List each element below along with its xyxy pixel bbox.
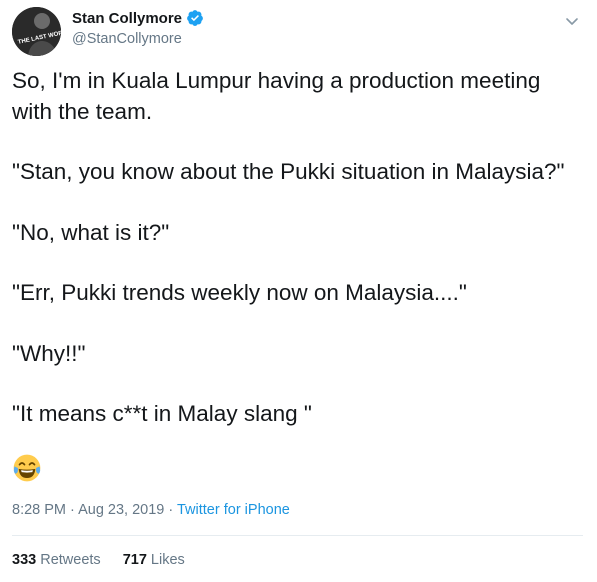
tweet-paragraph: So, I'm in Kuala Lumpur having a product…	[12, 68, 541, 124]
tweet-paragraph: "Err, Pukki trends weekly now on Malaysi…	[12, 280, 467, 305]
tweet-stats: 333 Retweets 717 Likes	[12, 552, 185, 568]
handle[interactable]: @StanCollymore	[72, 31, 182, 47]
retweets-label: Retweets	[40, 552, 101, 568]
avatar[interactable]: THE LAST WORD WITH	[12, 7, 61, 56]
author-name-row[interactable]: Stan Collymore	[72, 9, 204, 27]
meta-separator: ·	[66, 502, 79, 518]
tweet-time[interactable]: 8:28 PM	[12, 502, 66, 518]
meta-separator: ·	[164, 502, 177, 518]
retweets-count: 333	[12, 552, 37, 568]
likes-label: Likes	[150, 552, 185, 568]
chevron-down-icon[interactable]	[562, 11, 582, 31]
divider	[12, 535, 583, 536]
tweet-paragraph: "No, what is it?"	[12, 219, 170, 245]
tweet-paragraph: "It means c**t in Malay slang "	[12, 401, 312, 426]
retweets-link[interactable]: 333 Retweets	[12, 552, 101, 568]
likes-count: 717	[122, 552, 147, 568]
tweet-source-link[interactable]: Twitter for iPhone	[177, 502, 290, 518]
display-name[interactable]: Stan Collymore	[72, 10, 182, 27]
tears-of-joy-emoji-icon	[13, 454, 41, 482]
tweet-text: So, I'm in Kuala Lumpur having a product…	[12, 66, 582, 430]
likes-link[interactable]: 717 Likes	[123, 552, 185, 568]
tweet-paragraph: "Why!!"	[12, 340, 86, 366]
verified-badge-icon	[187, 10, 203, 26]
tweet-meta: 8:28 PM · Aug 23, 2019 · Twitter for iPh…	[12, 502, 290, 518]
tweet-date[interactable]: Aug 23, 2019	[78, 502, 164, 518]
tweet-paragraph: "Stan, you know about the Pukki situatio…	[12, 159, 565, 184]
